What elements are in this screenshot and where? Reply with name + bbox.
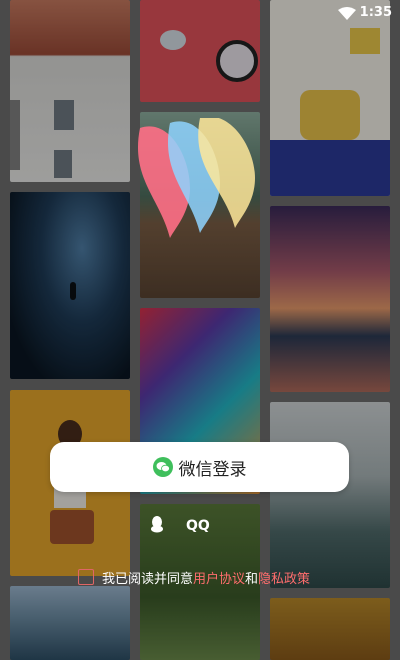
qq-penguin-icon: [150, 515, 164, 537]
status-time: 1:35: [359, 5, 392, 20]
agreement-text: 我已阅读并同意用户协议和隐私政策: [102, 568, 310, 587]
wechat-icon: [152, 457, 173, 477]
status-bar: 1:35: [0, 0, 400, 26]
agreement-conjunction: 和: [245, 571, 259, 587]
wechat-login-label: 微信登录: [178, 459, 247, 480]
agreement-prefix: 我已阅读并同意: [102, 571, 194, 587]
qq-login-label: QQ: [186, 518, 210, 534]
wifi-icon: [338, 6, 356, 25]
photo-grid-background: [0, 0, 400, 660]
privacy-policy-link[interactable]: 隐私政策: [258, 572, 310, 587]
dim-overlay: [0, 0, 400, 660]
qq-login-button[interactable]: QQ: [150, 512, 210, 540]
user-agreement-link[interactable]: 用户协议: [193, 572, 245, 587]
agreement-checkbox[interactable]: [78, 569, 94, 585]
app-logo: [130, 116, 270, 248]
agreement-row: 我已阅读并同意用户协议和隐私政策: [78, 566, 310, 588]
wechat-login-button[interactable]: 微信登录: [50, 442, 349, 492]
